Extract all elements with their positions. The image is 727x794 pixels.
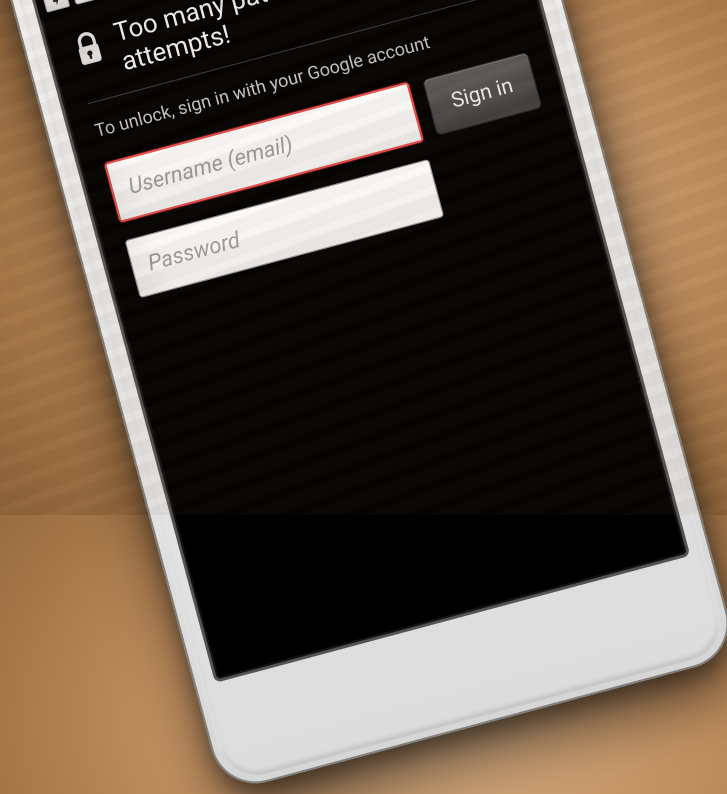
sign-in-button[interactable]: Sign in (422, 52, 542, 136)
sign-in-label: Sign in (448, 74, 515, 113)
nav-forward-icon: ➧ (41, 0, 70, 13)
lock-icon (69, 28, 108, 74)
password-placeholder: Password (145, 229, 243, 278)
phone-device: ➧ M M ▤ ☯ g+ ↻ ⦀⦀ (0, 0, 727, 794)
gmail-icon: M (70, 0, 97, 5)
username-placeholder: Username (email) (125, 133, 295, 201)
lockscreen-content: Too many pattern or password attempts! T… (40, 0, 592, 328)
phone-screen: ➧ M M ▤ ☯ g+ ↻ ⦀⦀ (31, 0, 686, 680)
